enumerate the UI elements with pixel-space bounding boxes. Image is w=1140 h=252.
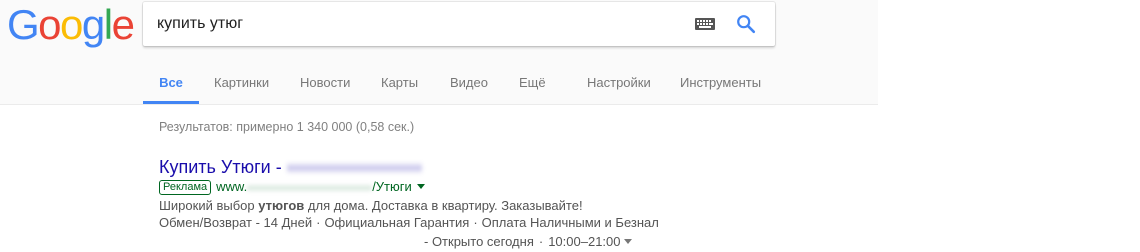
ad-hours[interactable]: - Открыто сегодня · 10:00–21:00 xyxy=(424,234,632,250)
search-input[interactable] xyxy=(157,2,677,46)
search-box[interactable] xyxy=(143,2,775,46)
ad-dropdown-icon[interactable] xyxy=(416,184,425,189)
ad-desc-part2: для дома. Доставка в квартиру. Заказывай… xyxy=(304,198,583,213)
tab-settings[interactable]: Настройки xyxy=(587,66,651,104)
hours-value: 10:00–21:00 xyxy=(548,234,621,249)
tab-news[interactable]: Новости xyxy=(300,66,350,104)
logo-letter-o2: o xyxy=(60,1,83,48)
ad-display-url[interactable]: www. /Утюги xyxy=(216,179,412,194)
logo-letter-g2: g xyxy=(81,1,105,48)
keyboard-icon[interactable] xyxy=(695,18,715,30)
google-logo[interactable]: Google xyxy=(7,1,135,48)
separator: · xyxy=(473,215,478,230)
redacted-url xyxy=(247,183,373,192)
ad-title-text: Купить Утюги - xyxy=(159,157,287,177)
tab-more[interactable]: Ещё xyxy=(519,66,546,104)
ad-badge: Реклама xyxy=(159,180,212,195)
logo-letter-l: l xyxy=(103,1,113,48)
ad-desc-keyword: утюгов xyxy=(258,198,305,213)
sitelink-warranty[interactable]: Официальная Гарантия xyxy=(324,215,469,230)
tab-tools[interactable]: Инструменты xyxy=(680,66,761,104)
tab-all[interactable]: Все xyxy=(143,66,199,104)
separator: · xyxy=(538,234,544,249)
logo-letter-e: e xyxy=(111,1,135,48)
logo-letter-g: G xyxy=(7,1,40,48)
ad-description: Широкий выбор утюгов для дома. Доставка … xyxy=(159,197,583,214)
separator: · xyxy=(316,215,321,230)
redacted-domain xyxy=(286,162,422,175)
tab-maps[interactable]: Карты xyxy=(381,66,418,104)
tab-images[interactable]: Картинки xyxy=(214,66,269,104)
ad-title-link[interactable]: Купить Утюги - xyxy=(159,155,422,179)
tab-video[interactable]: Видео xyxy=(450,66,488,104)
search-icon[interactable] xyxy=(735,13,757,35)
ad-url-line: Реклама www. /Утюги xyxy=(159,179,425,195)
sitelink-payment[interactable]: Оплата Наличными и Безнал xyxy=(482,215,659,230)
sitelink-return[interactable]: Обмен/Возврат - 14 Дней xyxy=(159,215,312,230)
hours-prefix: - Открыто сегодня xyxy=(424,234,534,249)
hours-dropdown-icon[interactable] xyxy=(623,239,632,244)
ad-url-prefix: www. xyxy=(216,179,248,194)
ad-sitelinks: Обмен/Возврат - 14 Дней · Официальная Гара… xyxy=(159,214,659,231)
ad-desc-part1: Широкий выбор xyxy=(159,198,259,213)
logo-letter-o1: o xyxy=(38,1,61,48)
result-stats: Результатов: примерно 1 340 000 (0,58 се… xyxy=(159,120,415,134)
ad-url-suffix: /Утюги xyxy=(372,179,412,194)
